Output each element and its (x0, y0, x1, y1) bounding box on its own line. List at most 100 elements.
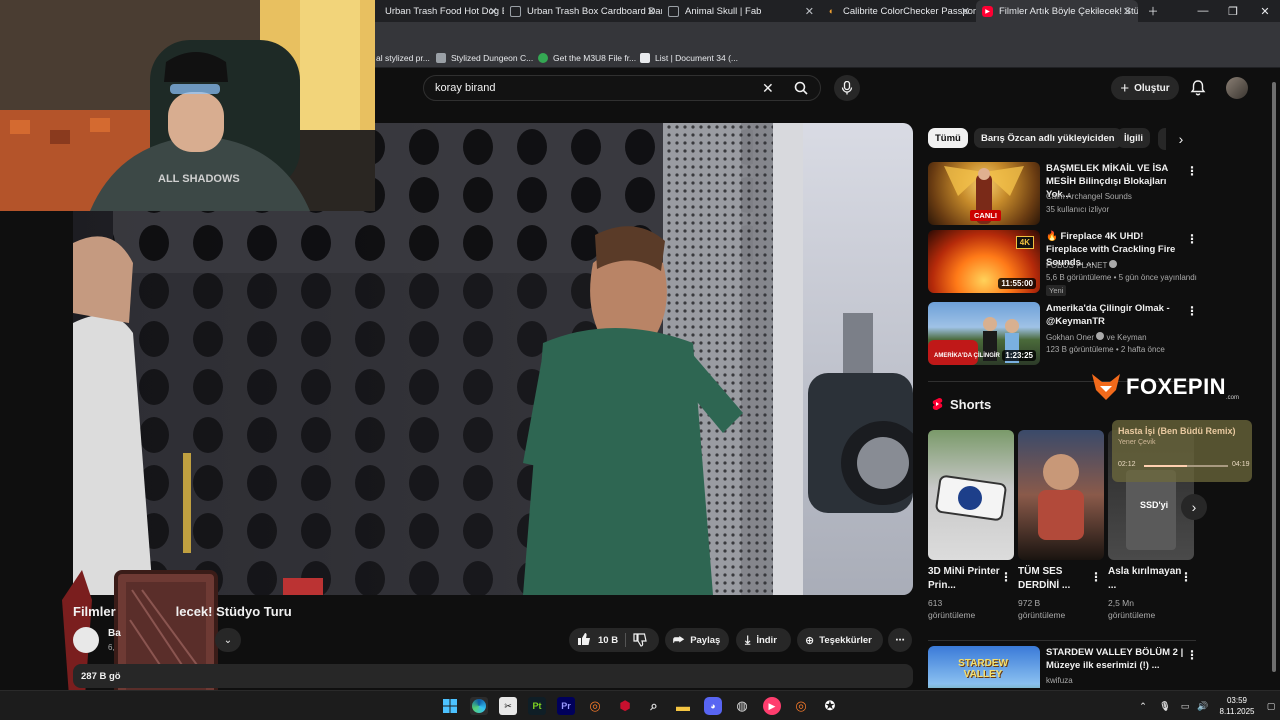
browser-tab-3[interactable]: Animal Skull | Fab ✕ (662, 0, 820, 22)
close-icon[interactable]: ✕ (1123, 5, 1132, 18)
chip-related[interactable]: İlgili (1117, 128, 1150, 148)
notification-icon[interactable]: ▢ (1262, 697, 1280, 715)
new-tab-button[interactable]: ＋ (1138, 0, 1168, 22)
snipping-tool-icon[interactable]: ✂ (499, 697, 517, 715)
network-icon[interactable]: ▭ (1176, 697, 1194, 715)
bookmark-label: List | Document 34 (... (655, 53, 738, 63)
document-icon (640, 53, 650, 63)
close-icon[interactable]: ✕ (489, 5, 498, 18)
rec-meta: 123 B görüntüleme • 2 hafta önce (1046, 345, 1165, 354)
search-input[interactable]: koray birand (435, 82, 496, 94)
download-icon: ⤓ (745, 632, 751, 647)
clear-search-icon[interactable]: ✕ (762, 80, 774, 97)
more-options-icon[interactable]: ⋮ (1090, 570, 1102, 584)
foxepin-wordmark: FOXEPIN (1126, 374, 1227, 399)
blender-icon[interactable]: ◎ (792, 697, 810, 715)
thumbs-up-icon[interactable] (577, 632, 591, 649)
tab-title: Urban Trash Box Cardboard Dam (527, 5, 662, 17)
create-button[interactable]: + Oluştur (1111, 76, 1179, 100)
thanks-button[interactable]: ⊕ Teşekkürler (797, 628, 883, 652)
close-icon[interactable]: ✕ (805, 5, 814, 18)
chevron-down-icon[interactable]: ⌄ (215, 628, 241, 652)
browser-tab-5-active[interactable]: ▶ Filmler Artık Böyle Çekilecek! Stü ✕ (976, 0, 1138, 22)
close-icon[interactable]: ✕ (647, 5, 656, 18)
discord-icon[interactable]: ◕ (704, 697, 722, 715)
description-box[interactable]: 287 B gö (73, 664, 913, 688)
video-title-end: lecek! Stüdyo Turu (175, 604, 292, 619)
more-actions-icon[interactable]: ⋯ (888, 628, 912, 652)
more-options-icon[interactable]: ⋮ (1000, 570, 1012, 584)
microphone-icon[interactable]: 🎙 (1156, 697, 1174, 715)
recommendation-item[interactable]: AMERİKA'DA ÇİLİNGİR 1:23:25 Amerika'da Ç… (928, 302, 1198, 366)
search-icon[interactable] (790, 79, 812, 97)
browser-tab-1[interactable]: Urban Trash Food Hot Dog Eaten ✕ (362, 0, 504, 22)
thumbs-down-icon[interactable] (633, 633, 647, 650)
short-thumbnail-2[interactable] (1018, 430, 1104, 560)
maximize-button[interactable]: ❐ (1218, 0, 1248, 22)
now-playing-artist: Yener Çevik (1118, 439, 1156, 446)
share-button[interactable]: ⮫ Paylaş (665, 628, 729, 652)
bookmark-item[interactable]: List | Document 34 (... (640, 48, 738, 68)
steam-icon[interactable]: ◍ (733, 697, 751, 715)
thumbnail-caption: STARDEW VALLEY (958, 658, 1008, 680)
bookmark-item[interactable]: Stylized Dungeon C... (436, 48, 533, 68)
short-title[interactable]: Asla kırılmayan ... (1108, 565, 1188, 593)
chevron-right-icon[interactable]: › (1166, 124, 1196, 154)
browser-tab-4[interactable]: ◐ Calibrite ColorChecker Passport P ✕ (820, 0, 976, 22)
media-player-icon[interactable]: ▶ (763, 697, 781, 715)
close-icon[interactable]: ✕ (961, 5, 970, 18)
channel-avatar[interactable] (73, 627, 99, 653)
edge-browser-icon[interactable] (470, 697, 488, 715)
bookmark-item[interactable]: Get the M3U8 File fr... (538, 48, 636, 68)
recommendation-item[interactable]: STARDEW VALLEY STARDEW VALLEY BÖLÜM 2 | … (928, 646, 1198, 688)
chevron-right-icon[interactable]: › (1181, 494, 1207, 520)
bookmark-label: Stylized Dungeon C... (451, 53, 534, 63)
foxepin-domain: .com (1226, 395, 1240, 401)
more-options-icon[interactable]: ⋮ (1186, 164, 1198, 178)
premiere-pro-icon[interactable]: Pr (557, 697, 575, 715)
chevron-up-icon[interactable]: ⌃ (1134, 697, 1152, 715)
bookmark-item[interactable]: al stylized pr... (376, 48, 430, 68)
divider (928, 640, 1196, 641)
short-thumbnail-1[interactable] (928, 430, 1014, 560)
recommendation-item[interactable]: 4K 11:55:00 🔥 Fireplace 4K UHD! Fireplac… (928, 230, 1198, 296)
chip-uploader[interactable]: Barış Özcan adlı yükleyiciden (974, 128, 1122, 148)
microphone-icon[interactable] (834, 75, 860, 101)
scrollbar-thumb[interactable] (1272, 82, 1276, 672)
search-box[interactable]: koray birand ✕ (423, 75, 821, 101)
blender-icon[interactable]: ◎ (586, 697, 604, 715)
user-avatar[interactable] (1226, 77, 1248, 99)
file-explorer-icon[interactable]: ▬ (674, 697, 692, 715)
notifications-bell-icon[interactable] (1189, 79, 1207, 97)
like-dislike-group: 10 B (569, 628, 659, 652)
browser-tab-2[interactable]: Urban Trash Box Cardboard Dam ✕ (504, 0, 662, 22)
more-options-icon[interactable]: ⋮ (1186, 648, 1198, 662)
webcam-image: ALL SHADOWS (0, 0, 375, 211)
substance-painter-icon[interactable]: Pt (528, 697, 546, 715)
more-options-icon[interactable]: ⋮ (1186, 304, 1198, 318)
search-app-icon[interactable]: ⌕ (645, 697, 663, 715)
more-options-icon[interactable]: ⋮ (1186, 232, 1198, 246)
channel-name[interactable]: Ba (108, 628, 121, 639)
chip-all[interactable]: Tümü (928, 128, 968, 148)
obs-icon[interactable]: ✪ (821, 697, 839, 715)
page-scrollbar[interactable] (1270, 70, 1278, 688)
recommendation-item[interactable]: CANLI BAŞMELEK MİKAİL VE İSA MESİH Bilin… (928, 162, 1198, 226)
close-window-button[interactable]: ✕ (1250, 0, 1280, 22)
windows-taskbar: ✂ Pt Pr ◎ ⬢ ⌕ ▬ ◕ ◍ ▶ ◎ ✪ ⌃ 🎙 ▭ 🔊 03:59 8… (0, 690, 1280, 720)
app-icon[interactable]: ⬢ (616, 697, 634, 715)
short-title[interactable]: TÜM SES DERDİNİ ... (1018, 565, 1098, 593)
system-clock[interactable]: 03:59 8.11.2025 (1212, 695, 1262, 717)
short-view-count: 2,5 Mn (1108, 598, 1134, 608)
download-button[interactable]: ⤓ İndir (736, 628, 791, 652)
4k-badge-icon: 4K (1015, 236, 1034, 249)
clock-date: 8.11.2025 (1219, 707, 1255, 716)
tab-title: Calibrite ColorChecker Passport P (843, 5, 976, 17)
volume-icon[interactable]: 🔊 (1194, 697, 1212, 715)
short-title[interactable]: 3D MiNi Printer Prin... (928, 565, 1008, 593)
bookmark-icon (436, 53, 446, 63)
windows-start-icon[interactable] (441, 697, 459, 715)
like-count[interactable]: 10 B (598, 635, 618, 646)
more-options-icon[interactable]: ⋮ (1180, 570, 1192, 584)
minimize-button[interactable]: — (1188, 0, 1218, 22)
